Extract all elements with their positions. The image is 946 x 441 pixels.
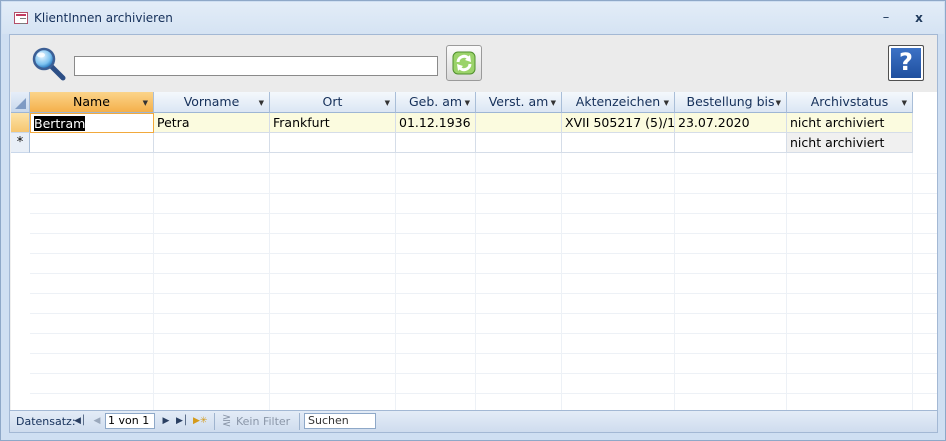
cell-geb[interactable] [396, 133, 476, 153]
record-navigation-bar: Datensatz: ◀│ ◀ 1 von 1 ▶ ▶│ ▶✳ ⋛ Kein F… [10, 410, 937, 432]
column-header-label: Verst. am [488, 94, 549, 109]
cell-archivstatus[interactable]: nicht archiviert [787, 133, 913, 153]
cell-vorname[interactable]: Petra [154, 113, 270, 133]
grid-line [30, 213, 937, 214]
cell-geb[interactable]: 01.12.1936 [396, 113, 476, 133]
new-record-marker[interactable]: * [11, 133, 30, 153]
column-header-label: Ort [322, 94, 343, 109]
column-header-name[interactable]: Name ▼ [30, 92, 154, 113]
grid-line [395, 153, 396, 410]
window-title: KlientInnen archivieren [34, 11, 173, 25]
grid-line [30, 173, 937, 174]
form-icon [14, 12, 28, 24]
column-header-label: Archivstatus [810, 94, 889, 109]
refresh-button[interactable] [446, 45, 482, 81]
first-record-icon[interactable]: ◀│ [74, 414, 86, 428]
grid-line [30, 193, 937, 194]
grid-line [30, 313, 937, 314]
record-position-field[interactable]: 1 von 1 [105, 413, 155, 429]
column-header-ort[interactable]: Ort ▼ [270, 92, 396, 113]
help-button[interactable]: ? [888, 45, 924, 81]
column-dropdown-arrow-icon[interactable]: ▼ [776, 93, 781, 113]
grid-line [30, 253, 937, 254]
column-header-vorname[interactable]: Vorname ▼ [154, 92, 270, 113]
column-header-bestellung[interactable]: Bestellung bis ▼ [675, 92, 787, 113]
grid-line [786, 153, 787, 410]
column-header-label: Name [73, 94, 110, 109]
cell-aktenzeichen[interactable] [562, 133, 675, 153]
cell-verst[interactable] [476, 113, 562, 133]
nav-search-field[interactable]: Suchen [304, 413, 376, 429]
close-button[interactable]: x [906, 8, 932, 28]
column-header-label: Vorname [183, 94, 240, 109]
grid-line [30, 293, 937, 294]
cell-verst[interactable] [476, 133, 562, 153]
grid-line [30, 393, 937, 394]
cell-name-text: Bertram [34, 116, 86, 131]
app-window: KlientInnen archivieren – x ? Name ▼ Vor… [0, 0, 946, 441]
grid-line [30, 373, 937, 374]
grid-line [674, 153, 675, 410]
column-dropdown-arrow-icon[interactable]: ▼ [143, 93, 148, 113]
grid-line [30, 353, 937, 354]
grid-line [269, 153, 270, 410]
form-content: ? Name ▼ Vorname ▼ Ort ▼ Geb. am ▼ Verst… [9, 34, 938, 433]
magnifier-icon [32, 47, 66, 81]
cell-ort[interactable]: Frankfurt [270, 113, 396, 133]
nav-separator [214, 413, 215, 430]
grid-line [30, 233, 937, 234]
nav-separator [299, 413, 300, 430]
cell-vorname[interactable] [154, 133, 270, 153]
datasheet: Name ▼ Vorname ▼ Ort ▼ Geb. am ▼ Verst. … [11, 92, 937, 410]
column-dropdown-arrow-icon[interactable]: ▼ [465, 93, 470, 113]
filter-icon: ⋛ [222, 414, 232, 427]
grid-line [153, 153, 154, 410]
record-selector[interactable] [11, 113, 30, 133]
previous-record-icon[interactable]: ◀ [91, 414, 103, 428]
column-dropdown-arrow-icon[interactable]: ▼ [551, 93, 556, 113]
refresh-arrows-icon [452, 51, 476, 75]
last-record-icon[interactable]: ▶│ [176, 414, 188, 428]
column-dropdown-arrow-icon[interactable]: ▼ [664, 93, 669, 113]
grid-line [475, 153, 476, 410]
form-header: ? [10, 35, 937, 92]
cell-ort[interactable] [270, 133, 396, 153]
select-all-corner[interactable] [11, 92, 30, 113]
column-header-geb[interactable]: Geb. am ▼ [396, 92, 476, 113]
column-header-verst[interactable]: Verst. am ▼ [476, 92, 562, 113]
column-header-archivstatus[interactable]: Archivstatus ▼ [787, 92, 913, 113]
minimize-button[interactable]: – [873, 8, 899, 28]
column-dropdown-arrow-icon[interactable]: ▼ [259, 93, 264, 113]
cell-bestellung[interactable]: 23.07.2020 [675, 113, 787, 133]
grid-line [30, 273, 937, 274]
cell-aktenzeichen[interactable]: XVII 505217 (5)/14 [562, 113, 675, 133]
cell-name[interactable]: Bertram [30, 113, 154, 133]
grid-line [912, 153, 913, 410]
next-record-icon[interactable]: ▶ [160, 414, 172, 428]
grid-line [30, 333, 937, 334]
cell-bestellung[interactable] [675, 133, 787, 153]
column-header-aktenzeichen[interactable]: Aktenzeichen ▼ [562, 92, 675, 113]
title-bar[interactable]: KlientInnen archivieren – x [2, 2, 944, 34]
column-dropdown-arrow-icon[interactable]: ▼ [902, 93, 907, 113]
cell-name[interactable] [30, 133, 154, 153]
column-header-label: Bestellung bis [686, 94, 775, 109]
search-input[interactable] [74, 56, 438, 76]
record-label: Datensatz: [16, 415, 76, 428]
cell-archivstatus[interactable]: nicht archiviert [787, 113, 913, 133]
grid-line [561, 153, 562, 410]
column-header-label: Geb. am [408, 94, 463, 109]
filter-button[interactable]: Kein Filter [236, 415, 290, 428]
new-record-icon[interactable]: ▶✳ [193, 414, 207, 428]
column-dropdown-arrow-icon[interactable]: ▼ [385, 93, 390, 113]
column-header-label: Aktenzeichen [575, 94, 661, 109]
